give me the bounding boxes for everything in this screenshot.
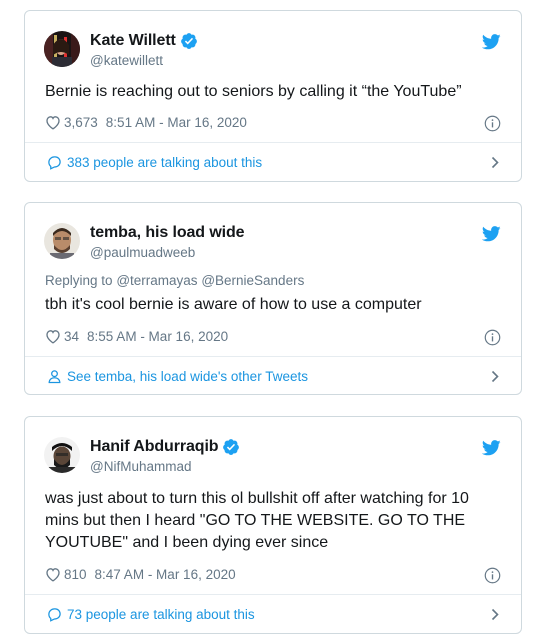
person-icon [47,369,62,384]
conversation-link-text[interactable]: 73 people are talking about this [67,607,255,622]
tweet-text: Bernie is reaching out to seniors by cal… [45,83,462,100]
author-name-row[interactable]: temba, his load wide [90,224,245,242]
author-name-row[interactable]: Kate Willett [90,32,198,50]
tweet-card-3[interactable]: Hanif Abdurraqib @NifMuhammad was just a… [24,416,522,634]
verified-badge-icon [222,438,240,456]
replying-to-label: Replying to [45,273,113,288]
avatar[interactable] [44,437,80,473]
tweet-text-line: YOUTUBE" and I been dying ever since [45,534,329,551]
tweet-meta: 34 8:55 AM - Mar 16, 2020 [45,329,228,344]
tweet-meta: 3,673 8:51 AM - Mar 16, 2020 [45,115,247,130]
author-name-row[interactable]: Hanif Abdurraqib [90,438,240,456]
tweet-text-line: was just about to turn this ol bullshit … [45,490,469,507]
twitter-bird-icon[interactable] [481,34,501,50]
chevron-right-icon[interactable] [491,608,499,621]
timestamp[interactable]: 8:51 AM - Mar 16, 2020 [106,115,247,130]
info-icon[interactable] [484,115,501,132]
tweet-text-line: mins but then I heard "GO TO THE WEBSITE… [45,512,466,529]
conversation-link[interactable]: 73 people are talking about this [25,594,521,634]
comment-icon [47,155,62,170]
info-icon[interactable] [484,329,501,346]
replying-to: Replying to @terramayas @BernieSanders [45,273,304,288]
avatar[interactable] [44,223,80,259]
conversation-link[interactable]: 383 people are talking about this [25,142,521,182]
twitter-bird-icon[interactable] [481,226,501,242]
chevron-right-icon[interactable] [491,370,499,383]
handle[interactable]: @katewillett [90,53,163,68]
like-count[interactable]: 3,673 [64,115,98,130]
avatar[interactable] [44,31,80,67]
tweet-text: was just about to turn this ol bullshit … [45,488,469,554]
other-tweets-link-text[interactable]: See temba, his load wide's other Tweets [67,369,308,384]
mention-link[interactable]: @BernieSanders [201,273,304,288]
tweet-text: tbh it's cool bernie is aware of how to … [45,296,422,313]
mention-link[interactable]: @terramayas [116,273,197,288]
handle[interactable]: @paulmuadweeb [90,245,195,260]
like-count[interactable]: 34 [64,329,79,344]
info-icon[interactable] [484,567,501,584]
verified-badge-icon [180,32,198,50]
heart-icon[interactable] [45,115,61,130]
timestamp[interactable]: 8:55 AM - Mar 16, 2020 [87,329,228,344]
conversation-link-text[interactable]: 383 people are talking about this [67,155,262,170]
handle[interactable]: @NifMuhammad [90,459,191,474]
comment-icon [47,607,62,622]
tweet-card-1[interactable]: Kate Willett @katewillett Bernie is reac… [24,10,522,182]
twitter-bird-icon[interactable] [481,440,501,456]
display-name[interactable]: Kate Willett [90,32,176,50]
like-count[interactable]: 810 [64,567,87,582]
timestamp[interactable]: 8:47 AM - Mar 16, 2020 [95,567,236,582]
display-name[interactable]: temba, his load wide [90,224,245,242]
tweet-meta: 810 8:47 AM - Mar 16, 2020 [45,567,236,582]
other-tweets-link[interactable]: See temba, his load wide's other Tweets [25,356,521,396]
tweet-card-2[interactable]: temba, his load wide @paulmuadweeb Reply… [24,202,522,395]
heart-icon[interactable] [45,567,61,582]
display-name[interactable]: Hanif Abdurraqib [90,438,219,456]
heart-icon[interactable] [45,329,61,344]
chevron-right-icon[interactable] [491,156,499,169]
